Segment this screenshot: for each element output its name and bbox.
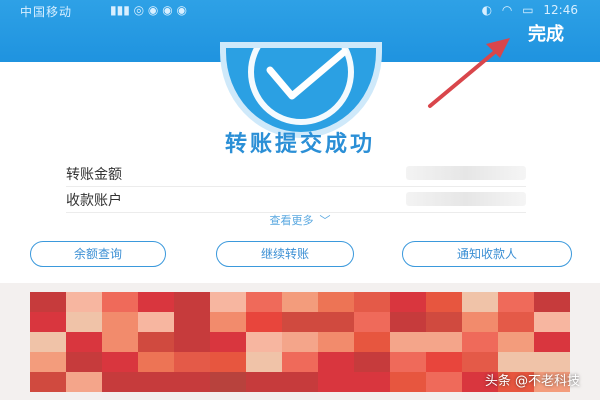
mosaic-tile [246,372,282,392]
mosaic-tile [390,332,426,352]
mosaic-tile [534,292,570,312]
amount-label: 转账金额 [66,167,122,183]
mosaic-tile [426,312,462,332]
mosaic-tile [354,372,390,392]
mosaic-tile [246,292,282,312]
mosaic-tile [282,372,318,392]
mosaic-tile [174,332,210,352]
balance-query-button[interactable]: 余额查询 [30,241,166,267]
mosaic-tile [282,312,318,332]
mosaic-tile [210,292,246,312]
view-more-label: 查看更多 [269,214,314,227]
mosaic-tile [426,372,462,392]
mosaic-tile [318,372,354,392]
status-right: ◐ ◠ ▭ 12:46 [476,3,578,17]
done-button[interactable]: 完成 [528,20,564,46]
status-bar: 中国移动 ▮▮▮ ◎ ◉ ◉ ◉ ◐ ◠ ▭ 12:46 [0,0,600,20]
mosaic-tile [210,372,246,392]
carrier-label: 中国移动 [20,5,73,19]
mosaic-tile [102,372,138,392]
mosaic-tile [354,352,390,372]
mosaic-tile [138,312,174,332]
mosaic-tile [174,352,210,372]
watermark: 头条 @不老科技 [484,374,580,389]
mosaic-tile [138,292,174,312]
mosaic-tile [462,332,498,352]
mosaic-tile [318,332,354,352]
mosaic-tile [390,312,426,332]
mosaic-tile [30,352,66,372]
battery-icon: ▭ [522,3,534,17]
mosaic-tile [138,332,174,352]
clock-label: 12:46 [543,3,578,17]
mosaic-tile [174,372,210,392]
mosaic-tile [426,352,462,372]
mosaic-tile [138,372,174,392]
mosaic-tile [498,292,534,312]
mosaic-tile [210,332,246,352]
mosaic-tile [354,292,390,312]
mosaic-tile [534,352,570,372]
mosaic-tile [30,312,66,332]
mosaic-tile [462,312,498,332]
mosaic-tile [246,352,282,372]
mosaic-tile [66,352,102,372]
continue-transfer-button[interactable]: 继续转账 [216,241,354,267]
mosaic-tile [30,372,66,392]
mosaic-tile [30,332,66,352]
detail-row-amount: 转账金额 [66,162,526,187]
mosaic-tile [210,312,246,332]
mosaic-tile [498,352,534,372]
mosaic-tile [246,332,282,352]
mosaic-tile [462,352,498,372]
mosaic-tile [354,312,390,332]
mosaic-tile [534,312,570,332]
success-check-icon [226,48,376,132]
mosaic-tile [318,352,354,372]
mosaic-tile [390,372,426,392]
mosaic-tile [102,352,138,372]
mosaic-tile [102,292,138,312]
mosaic-tile [390,292,426,312]
mosaic-tile [102,332,138,352]
mosaic-tile [354,332,390,352]
mosaic-tile [498,312,534,332]
mosaic-tile [318,292,354,312]
mosaic-tile [282,352,318,372]
mosaic-tile [426,292,462,312]
headset-icon: ◐ [481,3,493,17]
success-title: 转账提交成功 [224,132,375,157]
mosaic-tile [66,332,102,352]
mosaic-tile [426,332,462,352]
mosaic-tile [138,352,174,372]
account-label: 收款账户 [66,193,122,209]
mosaic-tile [498,332,534,352]
detail-row-account: 收款账户 [66,188,526,213]
wifi-icon: ◠ [501,3,513,17]
mosaic-tile [246,312,282,332]
mosaic-tile [174,312,210,332]
mosaic-tile [390,352,426,372]
mosaic-tile [66,372,102,392]
account-value-redacted [406,192,526,206]
mosaic-tile [282,292,318,312]
mosaic-tile [30,292,66,312]
view-more-link[interactable]: 查看更多 ﹀ [0,212,600,228]
mosaic-tile [462,292,498,312]
mosaic-tile [66,312,102,332]
mosaic-tile [174,292,210,312]
mosaic-tile [282,332,318,352]
mosaic-tile [318,312,354,332]
notify-payee-button[interactable]: 通知收款人 [402,241,572,267]
signal-icon: ▮▮▮ ◎ ◉ ◉ ◉ [110,3,187,17]
mosaic-tile [66,292,102,312]
mosaic-tile [102,312,138,332]
mosaic-tile [210,352,246,372]
amount-value-redacted [406,166,526,180]
chevron-down-icon: ﹀ [319,214,331,227]
mosaic-tile [534,332,570,352]
